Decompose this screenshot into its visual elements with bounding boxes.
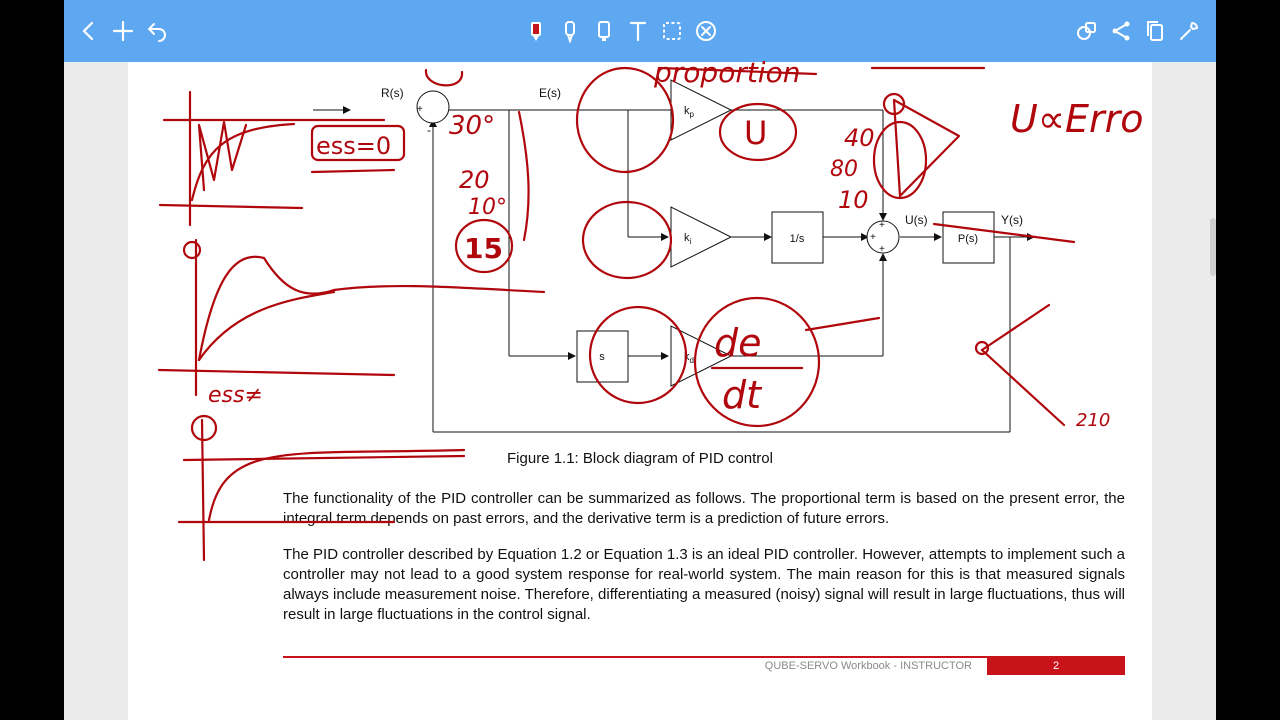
kp-gain-block bbox=[670, 79, 733, 141]
figure-caption: Figure 1.1: Block diagram of PID control bbox=[507, 450, 773, 467]
control-signal-label: U(s) bbox=[905, 213, 928, 227]
minus-sign: - bbox=[427, 123, 431, 137]
plus-sign: + bbox=[879, 244, 885, 255]
kd-gain-block bbox=[670, 325, 733, 387]
eraser-icon[interactable] bbox=[689, 14, 723, 48]
note-app-window: + - + + + kp ki kd 1/s s P(s) R(s) E(s) … bbox=[64, 0, 1216, 720]
side-panel-handle[interactable] bbox=[1210, 218, 1216, 276]
integrator-label: 1/s bbox=[790, 233, 805, 245]
error-signal-label: E(s) bbox=[539, 86, 561, 100]
copy-icon[interactable] bbox=[1138, 14, 1172, 48]
layers-icon[interactable] bbox=[1070, 14, 1104, 48]
plant-label: P(s) bbox=[958, 233, 978, 245]
paragraph: The PID controller described by Equation… bbox=[283, 546, 1125, 623]
pen-icon[interactable] bbox=[553, 14, 587, 48]
annotation-toolbar bbox=[64, 0, 1216, 62]
marker-icon[interactable] bbox=[519, 14, 553, 48]
text-icon[interactable] bbox=[621, 14, 655, 48]
plus-sign: + bbox=[879, 220, 885, 231]
share-icon[interactable] bbox=[1104, 14, 1138, 48]
output-signal-label: Y(s) bbox=[1001, 213, 1023, 227]
undo-icon[interactable] bbox=[140, 14, 174, 48]
differentiator-label: s bbox=[599, 351, 605, 363]
ki-gain-block bbox=[670, 206, 733, 268]
pid-block-diagram: + - + + + kp ki kd 1/s s P(s) R(s) E(s) … bbox=[313, 79, 1035, 433]
plus-sign: + bbox=[870, 232, 876, 243]
footer-title: QUBE-SERVO Workbook - INSTRUCTOR bbox=[764, 660, 972, 672]
chevron-left-icon[interactable] bbox=[72, 14, 106, 48]
highlighter-icon[interactable] bbox=[587, 14, 621, 48]
plus-icon[interactable] bbox=[106, 14, 140, 48]
lasso-select-icon[interactable] bbox=[655, 14, 689, 48]
settings-icon[interactable] bbox=[1172, 14, 1206, 48]
plus-sign: + bbox=[417, 104, 423, 115]
paragraph: The functionality of the PID controller … bbox=[283, 490, 1125, 527]
document-page[interactable]: + - + + + kp ki kd 1/s s P(s) R(s) E(s) … bbox=[128, 62, 1152, 720]
page-number: 2 bbox=[987, 657, 1125, 675]
reference-signal-label: R(s) bbox=[381, 86, 404, 100]
